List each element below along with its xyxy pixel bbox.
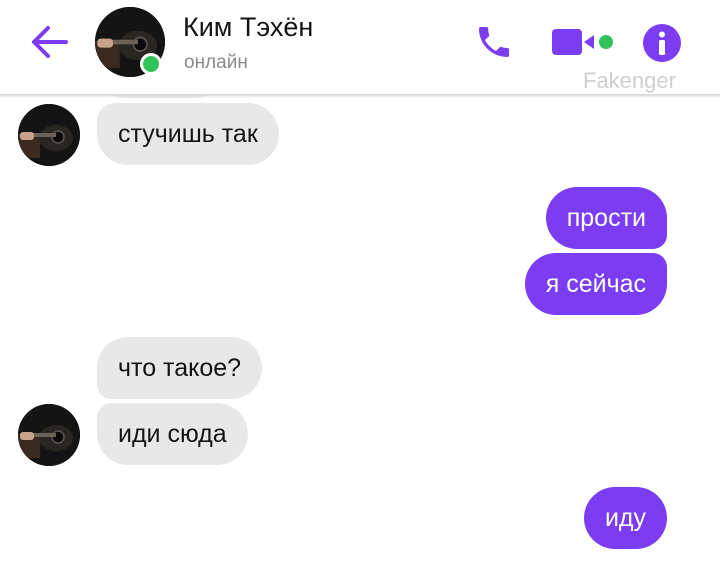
- message-bubble-outgoing[interactable]: иду: [583, 487, 667, 549]
- message-text: прости: [566, 203, 646, 232]
- online-status-dot: [140, 53, 162, 75]
- phone-icon: [479, 27, 509, 57]
- message-bubble-incoming[interactable]: иди сюда: [97, 403, 248, 465]
- avatar-guitar-photo: [18, 404, 80, 466]
- message-text: иди сюда: [118, 419, 227, 448]
- message-bubble-outgoing[interactable]: прости: [545, 187, 667, 249]
- message-bubble-incoming[interactable]: стучишь так: [97, 103, 279, 165]
- video-camera-icon: [552, 29, 613, 55]
- video-call-button[interactable]: [550, 27, 616, 57]
- message-bubble-incoming[interactable]: что такое?: [97, 337, 263, 399]
- info-icon: [643, 24, 681, 62]
- contact-name[interactable]: Ким Тэхён: [183, 12, 313, 43]
- arrow-left-icon: [32, 26, 68, 58]
- chat-screen: стучишь так прости я сейчас что такое? и…: [0, 0, 720, 575]
- header-divider: [0, 94, 720, 98]
- message-text: иду: [604, 503, 646, 532]
- info-button[interactable]: [642, 23, 682, 63]
- contact-status: онлайн: [184, 52, 248, 73]
- message-bubble-outgoing[interactable]: я сейчас: [524, 253, 667, 315]
- call-button[interactable]: [474, 22, 514, 62]
- avatar-guitar-photo: [18, 104, 80, 166]
- back-button[interactable]: [28, 22, 72, 62]
- message-text: стучишь так: [118, 119, 258, 148]
- message-text: что такое?: [118, 353, 242, 382]
- contact-avatar[interactable]: [18, 404, 80, 466]
- contact-avatar[interactable]: [18, 104, 80, 166]
- message-text: я сейчас: [545, 269, 646, 298]
- watermark: Fakenger: [583, 68, 676, 93]
